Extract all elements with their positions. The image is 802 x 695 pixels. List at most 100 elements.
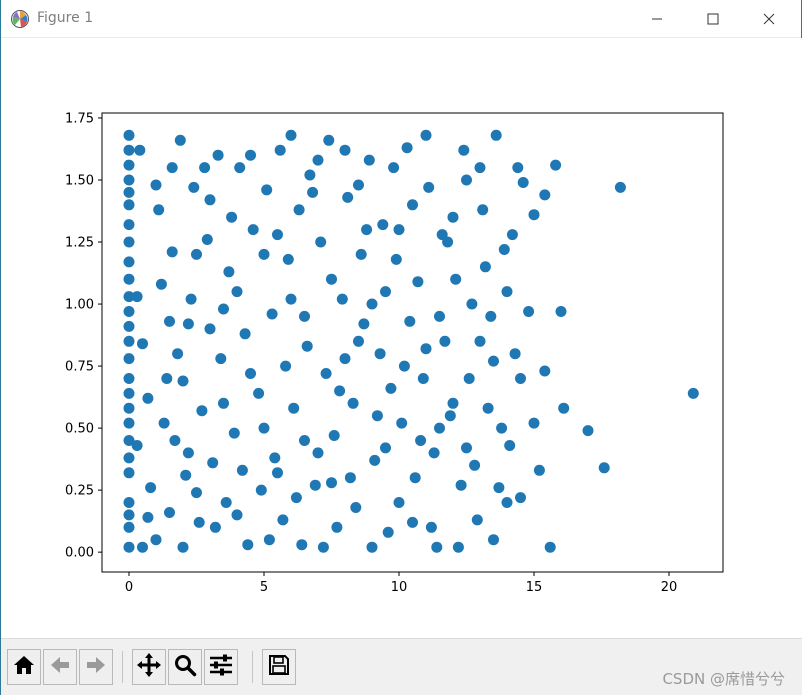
data-point — [274, 144, 286, 156]
data-point — [261, 184, 273, 196]
data-point — [353, 335, 364, 347]
data-point — [463, 373, 475, 384]
data-point — [493, 482, 505, 494]
data-point — [180, 469, 192, 481]
data-point — [420, 129, 432, 141]
data-point — [153, 204, 165, 216]
data-point — [347, 397, 359, 409]
data-point — [280, 360, 292, 372]
configure-subplots-button[interactable] — [204, 649, 238, 685]
data-point — [447, 397, 459, 409]
pan-button[interactable] — [132, 649, 166, 685]
data-point — [488, 534, 499, 546]
data-point — [123, 497, 135, 508]
data-point — [390, 253, 402, 265]
x-tick-label: 15 — [526, 580, 543, 595]
back-button[interactable] — [43, 649, 77, 685]
maximize-icon — [707, 13, 719, 25]
arrow-left-icon — [48, 653, 72, 681]
data-point — [158, 417, 170, 429]
data-point — [201, 234, 213, 245]
data-point — [528, 417, 540, 429]
data-point — [412, 276, 424, 288]
data-point — [558, 402, 570, 414]
data-point — [263, 534, 275, 546]
figure-canvas[interactable]: 0 5 10 15 20 0.00 0.25 0.50 0.75 1.00 1.25 1.50 1.75 — [1, 38, 802, 638]
data-point — [504, 440, 516, 451]
data-point — [299, 310, 310, 322]
data-point — [218, 303, 229, 315]
data-point — [447, 211, 459, 223]
data-point — [355, 248, 367, 260]
data-point — [485, 310, 497, 322]
data-point — [434, 422, 445, 434]
data-point — [212, 149, 224, 161]
close-button[interactable] — [743, 0, 795, 38]
data-point — [204, 323, 216, 335]
data-point — [226, 211, 238, 223]
y-tick-label: 0.75 — [65, 360, 94, 375]
data-point — [482, 402, 494, 414]
data-point — [439, 335, 451, 347]
data-point — [245, 368, 256, 379]
data-point — [309, 479, 321, 491]
data-point — [299, 435, 310, 446]
data-point — [296, 539, 308, 551]
title-bar[interactable]: Figure 1 — [1, 0, 801, 38]
data-point — [164, 315, 175, 327]
data-point — [123, 373, 135, 384]
data-point — [177, 541, 189, 553]
data-point — [204, 194, 216, 206]
data-point — [342, 191, 354, 203]
data-point — [461, 442, 472, 454]
minimize-button[interactable] — [631, 0, 683, 38]
data-point — [425, 521, 437, 533]
data-point — [415, 435, 427, 446]
data-point — [366, 298, 378, 310]
data-point — [385, 382, 397, 394]
forward-button[interactable] — [79, 649, 113, 685]
data-point — [218, 397, 229, 409]
x-tick-label: 5 — [260, 580, 268, 595]
data-point — [123, 174, 135, 186]
data-point — [220, 497, 232, 508]
data-point — [199, 162, 211, 174]
data-point — [123, 306, 135, 317]
data-point — [512, 162, 524, 174]
data-point — [450, 273, 462, 285]
data-point — [137, 541, 148, 553]
data-point — [358, 318, 370, 330]
data-point — [380, 442, 391, 454]
data-point — [509, 348, 521, 360]
y-tick-label: 1.25 — [65, 236, 94, 251]
floppy-disk-icon — [267, 653, 291, 681]
y-tick-label: 1.00 — [65, 298, 94, 313]
zoom-button[interactable] — [168, 649, 202, 685]
data-point — [239, 328, 251, 340]
data-point — [123, 402, 135, 414]
data-point — [236, 464, 248, 476]
maximize-button[interactable] — [687, 0, 739, 38]
figure-window: Figure 1 0 5 10 15 20 0.00 0.25 0.50 0.75 1.00 1.2… — [0, 0, 802, 695]
data-point — [290, 492, 302, 504]
data-point — [550, 159, 562, 171]
data-point — [123, 509, 135, 521]
data-point — [182, 318, 194, 330]
x-tick-label: 20 — [661, 580, 678, 595]
home-button[interactable] — [7, 649, 41, 685]
save-button[interactable] — [262, 649, 296, 685]
data-point — [407, 199, 418, 211]
data-point — [490, 129, 502, 141]
data-point — [150, 179, 162, 191]
data-point — [444, 410, 456, 422]
data-point — [177, 375, 189, 387]
data-point — [409, 472, 421, 484]
data-point — [382, 526, 394, 538]
data-point — [479, 261, 491, 273]
toolbar-separator — [122, 651, 123, 683]
data-point — [377, 219, 389, 231]
data-point — [123, 129, 135, 141]
data-point — [687, 387, 699, 399]
data-point — [466, 298, 478, 310]
data-point — [191, 248, 202, 260]
